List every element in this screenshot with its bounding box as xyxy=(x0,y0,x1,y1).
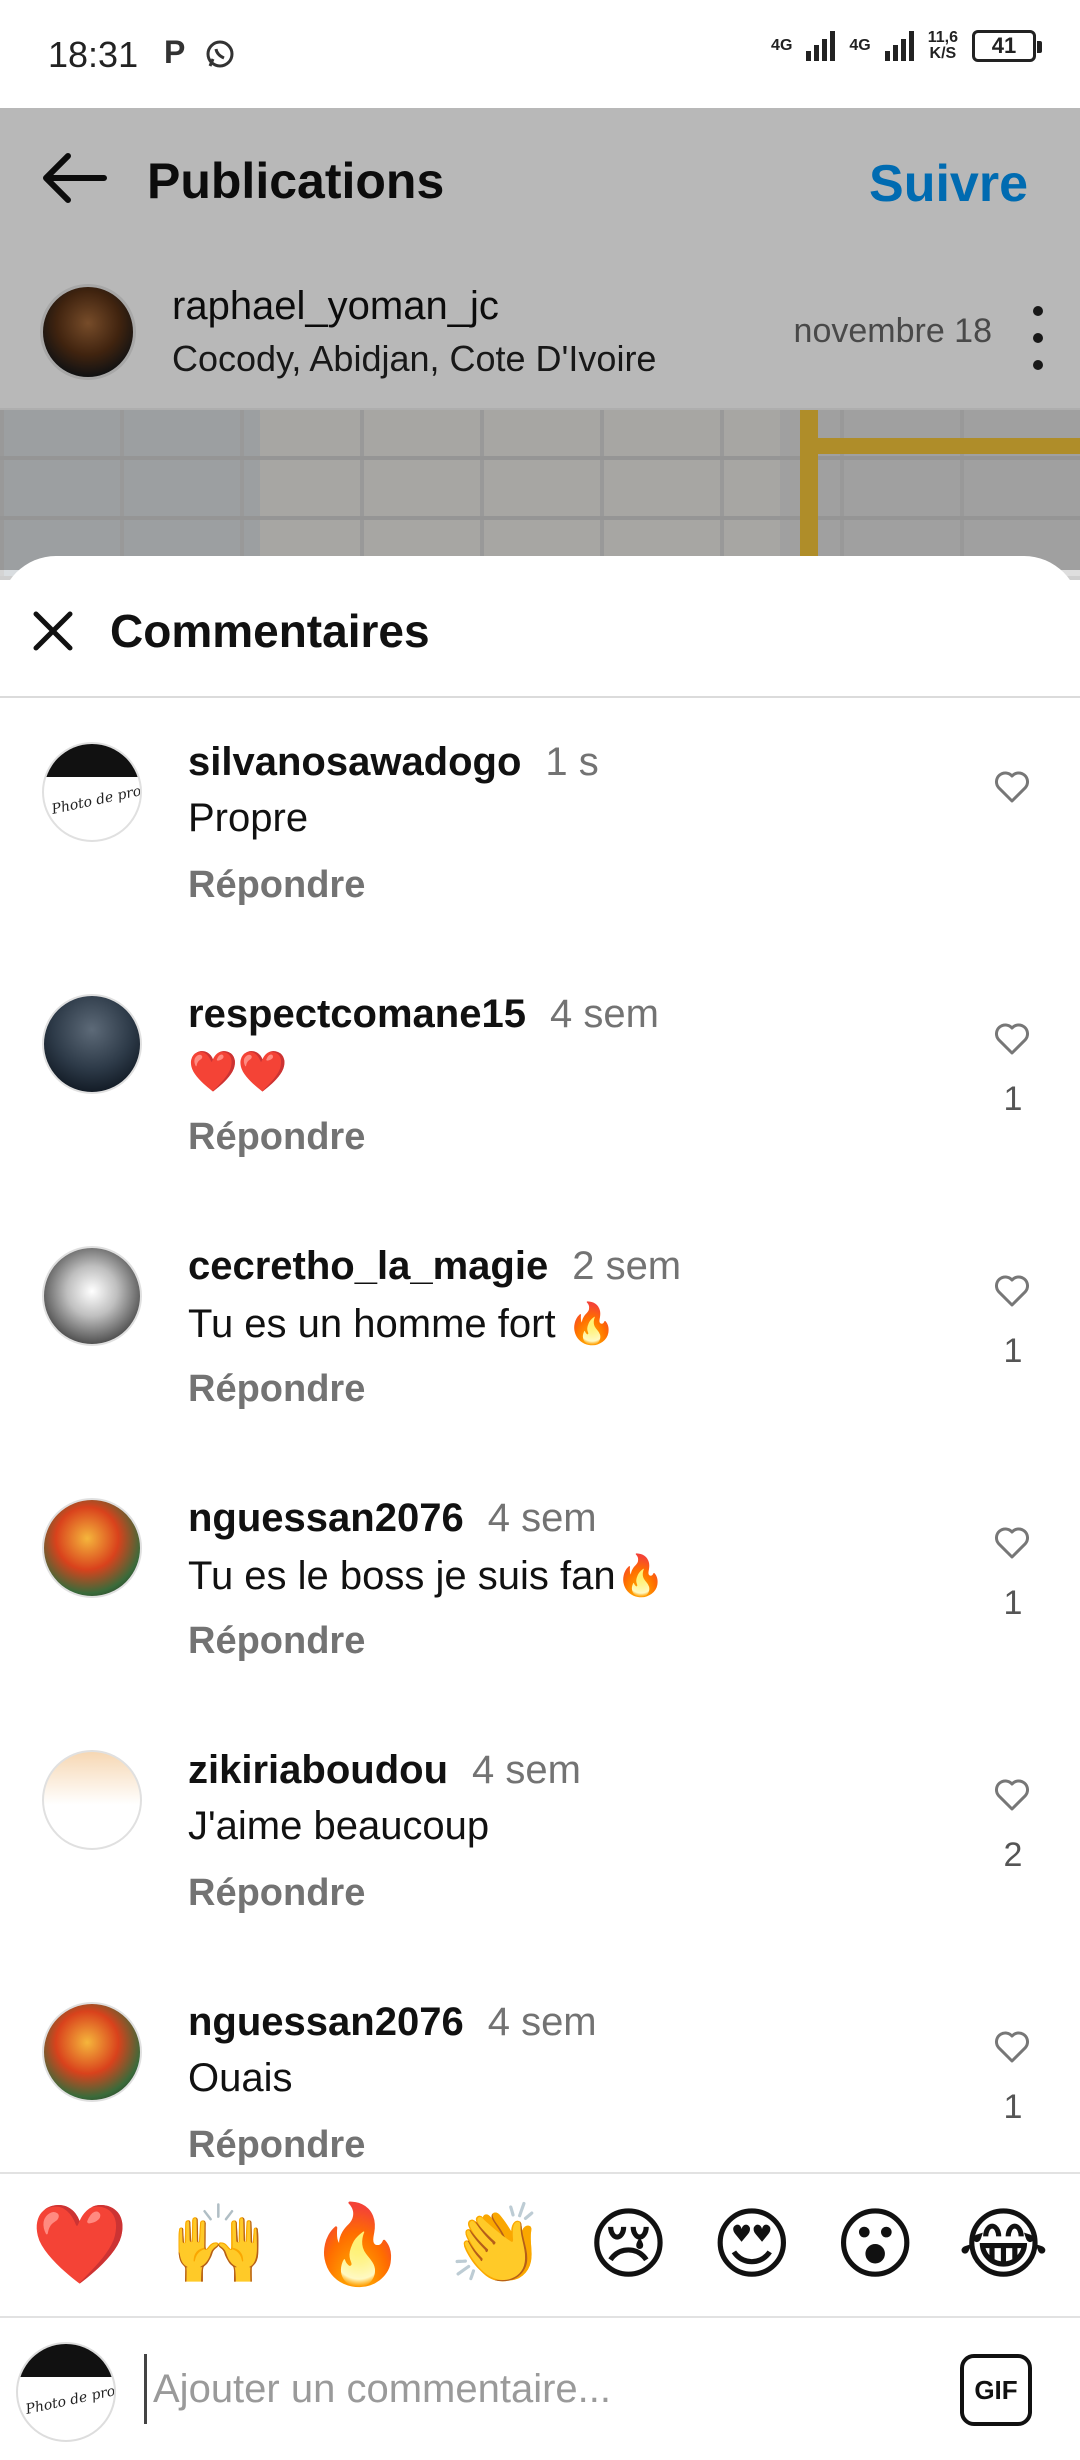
heart-icon[interactable] xyxy=(992,1018,1032,1058)
network-label-1: 4G xyxy=(771,37,793,54)
heart-icon[interactable] xyxy=(992,1774,1032,1814)
speed-unit: K/S xyxy=(929,45,957,62)
comment-username[interactable]: cecretho_la_magie xyxy=(188,1244,548,1288)
fire-emoji-button[interactable]: 🔥 xyxy=(309,2200,406,2290)
sheet-title: Commentaires xyxy=(110,605,430,657)
like-count: 1 xyxy=(1003,2088,1023,2126)
avatar[interactable] xyxy=(42,1750,142,1850)
comment-input[interactable] xyxy=(144,2354,884,2424)
surprised-emoji-button[interactable]: 😮 xyxy=(834,2200,915,2290)
avatar[interactable]: Photo de profil en congé xyxy=(42,742,142,842)
comment-text: Propre xyxy=(188,796,309,840)
comment-time: 4 sem xyxy=(549,992,659,1036)
signal-icon xyxy=(806,31,836,61)
comment-username[interactable]: silvanosawadogo xyxy=(188,740,521,784)
dim-overlay[interactable] xyxy=(0,108,1080,570)
comment-text: Tu es un homme fort 🔥 xyxy=(188,1302,617,1346)
heart-icon[interactable] xyxy=(992,766,1032,806)
like-count: 2 xyxy=(1003,1836,1023,1874)
comment-item: zikiriaboudou 4 sem J'aime beaucoup Répon… xyxy=(0,1748,1080,2002)
reply-button[interactable]: Répondre xyxy=(188,1872,365,1915)
comment-text: J'aime beaucoup xyxy=(188,1804,490,1848)
comment-text: ❤️❤️ xyxy=(188,1050,288,1094)
comment-time: 1 s xyxy=(545,740,599,784)
comment-username[interactable]: nguessan2076 xyxy=(188,2000,464,2044)
emoji-bar: ❤️ 🙌 🔥 👏 😢 😍 😮 😂 xyxy=(0,2172,1080,2318)
sheet-header: Commentaires xyxy=(0,556,1080,698)
reply-button[interactable]: Répondre xyxy=(188,1368,365,1411)
avatar[interactable] xyxy=(42,2002,142,2102)
status-bar: 18:31 P 4G 4G 11,6 K/S 41 xyxy=(0,0,1080,108)
laughing-emoji-button[interactable]: 😂 xyxy=(958,2200,1049,2290)
heart-eyes-emoji-button[interactable]: 😍 xyxy=(711,2200,792,2290)
comment-text: Ouais xyxy=(188,2056,293,2100)
raising-hands-emoji-button[interactable]: 🙌 xyxy=(170,2200,267,2290)
heart-emoji-button[interactable]: ❤️ xyxy=(31,2200,128,2290)
reply-button[interactable]: Répondre xyxy=(188,1116,365,1159)
reply-button[interactable]: Répondre xyxy=(188,1620,365,1663)
status-time: 18:31 xyxy=(48,34,139,75)
reply-button[interactable]: Répondre xyxy=(188,2124,365,2167)
comment-composer: Photo de profil en congé GIF xyxy=(0,2318,1080,2460)
like-count: 1 xyxy=(1003,1584,1023,1622)
network-speed: 11,6 K/S xyxy=(928,30,958,62)
signal-icon-2 xyxy=(884,31,914,61)
comment-time: 4 sem xyxy=(472,1748,581,1792)
comment-username[interactable]: respectcomane15 xyxy=(188,992,526,1036)
speed-value: 11,6 xyxy=(927,29,958,46)
comment-text: Tu es le boss je suis fan🔥 xyxy=(188,1554,666,1598)
comment-username[interactable]: zikiriaboudou xyxy=(188,1748,448,1792)
comment-time: 2 sem xyxy=(572,1244,682,1288)
like-count: 1 xyxy=(1003,1332,1023,1370)
avatar[interactable] xyxy=(42,994,142,1094)
gif-button[interactable]: GIF xyxy=(960,2354,1032,2426)
comment-time: 4 sem xyxy=(487,2000,597,2044)
comment-item: Photo de profil en congé silvanosawadogo… xyxy=(0,740,1080,994)
comment-item: cecretho_la_magie 2 sem Tu es un homme fo… xyxy=(0,1244,1080,1498)
p-app-icon: P xyxy=(164,34,186,70)
whatsapp-icon xyxy=(204,38,236,78)
comment-time: 4 sem xyxy=(487,1496,597,1540)
heart-icon[interactable] xyxy=(992,1522,1032,1562)
crying-emoji-button[interactable]: 😢 xyxy=(588,2200,669,2290)
avatar[interactable] xyxy=(42,1246,142,1346)
comment-item: respectcomane15 4 sem ❤️❤️ Répondre 1 xyxy=(0,992,1080,1246)
reply-button[interactable]: Répondre xyxy=(188,864,365,907)
battery-icon: 41 xyxy=(972,30,1042,62)
heart-icon[interactable] xyxy=(992,1270,1032,1310)
avatar[interactable]: Photo de profil en congé xyxy=(16,2342,116,2442)
comment-username[interactable]: nguessan2076 xyxy=(188,1496,464,1540)
comment-item: nguessan2076 4 sem Tu es le boss je suis … xyxy=(0,1496,1080,1750)
heart-icon[interactable] xyxy=(992,2026,1032,2066)
clapping-emoji-button[interactable]: 👏 xyxy=(449,2200,546,2290)
avatar[interactable] xyxy=(42,1498,142,1598)
like-count: 1 xyxy=(1003,1080,1023,1118)
status-indicators: 4G 4G 11,6 K/S 41 xyxy=(771,30,1042,62)
close-icon[interactable] xyxy=(30,608,76,654)
network-label-2: 4G xyxy=(849,37,871,54)
